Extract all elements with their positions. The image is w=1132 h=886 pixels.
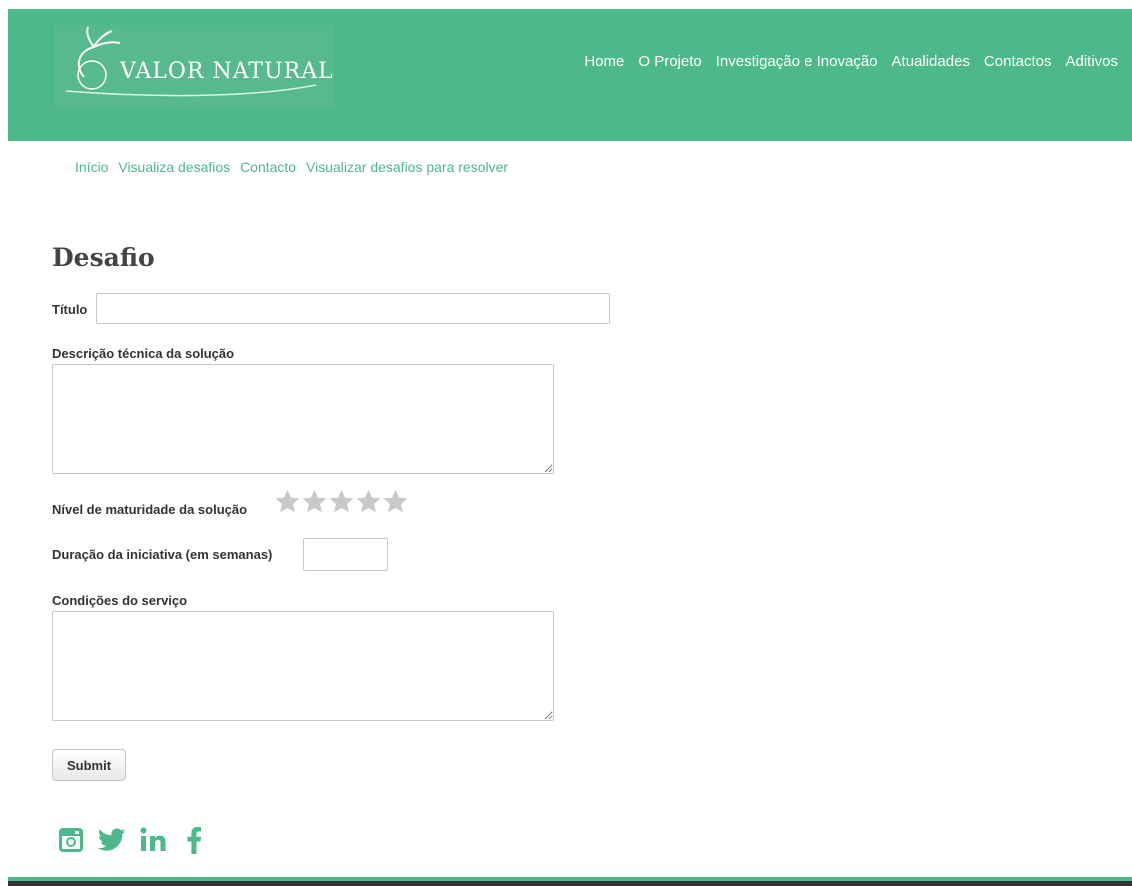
- star-icon[interactable]: [382, 488, 409, 515]
- condicoes-label: Condições do serviço: [52, 593, 188, 608]
- breadcrumb: Início Visualiza desafios Contacto Visua…: [75, 159, 514, 175]
- duracao-input[interactable]: [303, 538, 388, 571]
- facebook-icon[interactable]: [186, 826, 202, 854]
- breadcrumb-visualiza-desafios[interactable]: Visualiza desafios: [118, 159, 230, 175]
- nav-o-projeto[interactable]: O Projeto: [638, 53, 701, 70]
- site-header: VALOR NATURAL Home O Projeto Investigaçã…: [8, 9, 1132, 141]
- nav-investigacao-inovacao[interactable]: Investigação e Inovação: [716, 53, 878, 70]
- page-title: Desafio: [52, 243, 155, 272]
- star-icon[interactable]: [355, 488, 382, 515]
- twitter-icon[interactable]: [98, 828, 126, 852]
- star-icon[interactable]: [328, 488, 355, 515]
- main-nav: Home O Projeto Investigação e Inovação A…: [570, 53, 1118, 70]
- footer-bar: [8, 877, 1132, 886]
- breadcrumb-visualizar-desafios-resolver[interactable]: Visualizar desafios para resolver: [306, 159, 508, 175]
- nav-atualidades[interactable]: Atualidades: [892, 53, 970, 70]
- duracao-label: Duração da iniciativa (em semanas): [52, 547, 273, 562]
- instagram-icon[interactable]: [58, 827, 84, 853]
- descricao-textarea[interactable]: [52, 364, 554, 474]
- linkedin-icon[interactable]: [140, 827, 172, 853]
- titulo-input[interactable]: [96, 293, 610, 324]
- star-icon[interactable]: [301, 488, 328, 515]
- descricao-label: Descrição técnica da solução: [52, 346, 235, 361]
- titulo-label: Título: [52, 302, 88, 317]
- breadcrumb-contacto[interactable]: Contacto: [240, 159, 296, 175]
- brand-name: VALOR NATURAL: [120, 59, 334, 84]
- nav-contactos[interactable]: Contactos: [984, 53, 1052, 70]
- maturidade-rating[interactable]: [274, 488, 409, 515]
- breadcrumb-inicio[interactable]: Início: [75, 159, 108, 175]
- submit-button[interactable]: Submit: [52, 749, 126, 781]
- nav-aditivos[interactable]: Aditivos: [1065, 53, 1118, 70]
- star-icon[interactable]: [274, 488, 301, 515]
- social-links: [58, 826, 216, 854]
- site-logo[interactable]: VALOR NATURAL: [54, 25, 334, 109]
- nav-home[interactable]: Home: [584, 53, 624, 70]
- condicoes-textarea[interactable]: [52, 611, 554, 721]
- maturidade-label: Nível de maturidade da solução: [52, 502, 248, 517]
